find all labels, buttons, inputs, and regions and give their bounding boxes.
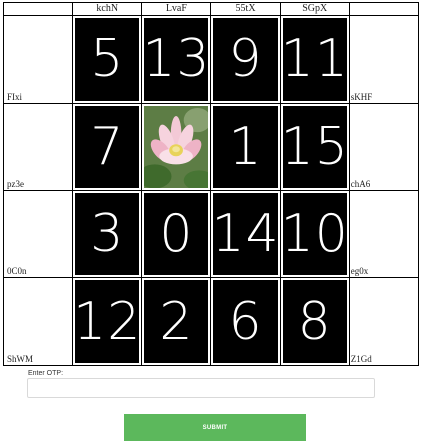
grid-cell[interactable]: 12 — [72, 277, 143, 366]
grid-cell[interactable]: 13 — [141, 15, 212, 104]
number-tile[interactable]: 12 — [75, 280, 140, 363]
grid-row: pz3e 7 1 15 chA6 — [2, 102, 420, 192]
column-header: SGpX — [279, 1, 350, 17]
grid-cell[interactable]: 6 — [210, 277, 281, 366]
otp-input[interactable] — [27, 378, 375, 398]
grid-cell[interactable]: 14 — [210, 189, 281, 279]
lotus-flower-icon — [144, 105, 209, 188]
corner-cell — [348, 1, 420, 17]
number-tile[interactable]: 11 — [282, 18, 347, 101]
header-row: kchN LvaF 55tX SGpX — [2, 1, 420, 17]
number-tile[interactable]: 14 — [213, 193, 278, 276]
grid-cell[interactable] — [141, 102, 212, 192]
grid-cell[interactable]: 1 — [210, 102, 281, 192]
row-label-right: chA6 — [348, 102, 420, 192]
grid-cell[interactable]: 11 — [279, 15, 350, 104]
number-tile[interactable]: 2 — [144, 280, 209, 363]
number-tile[interactable]: 1 — [213, 105, 278, 188]
row-label-right: Z1Gd — [348, 277, 420, 366]
number-tile[interactable]: 15 — [282, 105, 347, 188]
grid-cell[interactable]: 9 — [210, 15, 281, 104]
column-header: 55tX — [210, 1, 281, 17]
grid-row: 0C0n 3 0 14 10 eg0x — [2, 189, 420, 279]
row-label-left: ShWM — [2, 277, 74, 366]
grid-cell[interactable]: 3 — [72, 189, 143, 279]
row-label-left: pz3e — [2, 102, 74, 192]
row-label-left: 0C0n — [2, 189, 74, 279]
number-tile[interactable]: 13 — [144, 18, 209, 101]
grid-cell[interactable]: 7 — [72, 102, 143, 192]
column-header: LvaF — [141, 1, 212, 17]
grid-cell[interactable]: 0 — [141, 189, 212, 279]
number-tile[interactable]: 6 — [213, 280, 278, 363]
grid-cell[interactable]: 5 — [72, 15, 143, 104]
number-tile[interactable]: 3 — [75, 193, 140, 276]
grid-cell[interactable]: 10 — [279, 189, 350, 279]
number-tile[interactable]: 8 — [282, 280, 347, 363]
number-tile[interactable]: 7 — [75, 105, 140, 188]
row-label-right: sKHF — [348, 15, 420, 104]
grid-row: ShWM 12 2 6 8 Z1Gd — [2, 277, 420, 366]
grid-cell[interactable]: 2 — [141, 277, 212, 366]
number-tile[interactable]: 0 — [144, 193, 209, 276]
captcha-grid: kchN LvaF 55tX SGpX FIxi 5 13 9 11 sKHF … — [2, 1, 420, 366]
submit-button[interactable]: SUBMIT — [124, 414, 306, 441]
number-tile[interactable]: 9 — [213, 18, 278, 101]
number-tile[interactable]: 10 — [282, 193, 347, 276]
row-label-right: eg0x — [348, 189, 420, 279]
lotus-flower-image[interactable] — [144, 105, 209, 188]
otp-label: Enter OTP: — [28, 370, 64, 377]
number-tile[interactable]: 5 — [75, 18, 140, 101]
grid-cell[interactable]: 15 — [279, 102, 350, 192]
row-label-left: FIxi — [2, 15, 74, 104]
grid-cell[interactable]: 8 — [279, 277, 350, 366]
column-header: kchN — [72, 1, 143, 17]
grid-row: FIxi 5 13 9 11 sKHF — [2, 15, 420, 104]
corner-cell — [2, 1, 74, 17]
